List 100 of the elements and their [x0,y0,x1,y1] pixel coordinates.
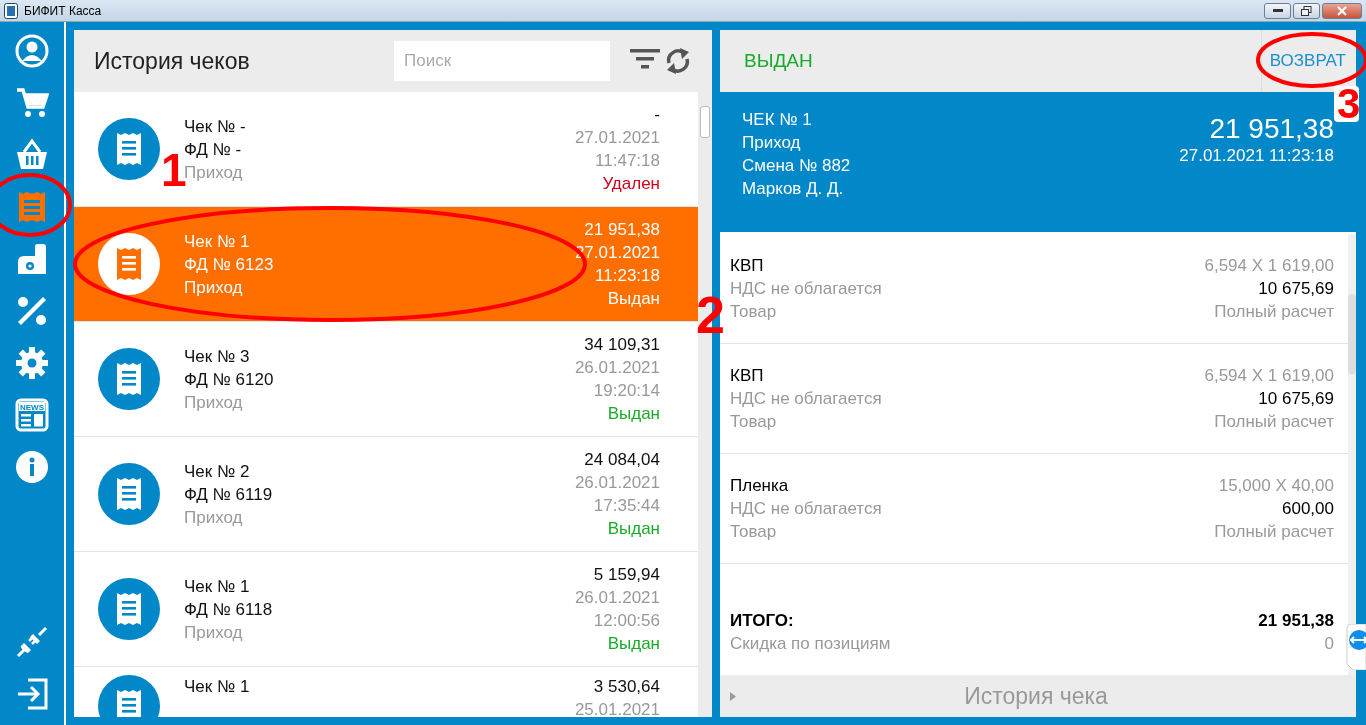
window-title: БИФИТ Касса [24,3,102,18]
receipt-amount: - [654,104,660,126]
info-icon[interactable] [15,450,49,484]
receipt-date: 26.01.2021 [574,587,660,609]
restore-button[interactable] [1293,2,1320,19]
receipt-status: Выдан [607,288,660,310]
payment-method: Полный расчет [1214,521,1334,543]
receipt-number: Чек № - [184,115,246,138]
cashier-name: Марков Д. Д. [742,178,845,200]
receipt-amount: 24 084,04 [584,449,660,471]
item-quantity-price: 6,594 X 1 619,00 [1204,365,1334,387]
fd-number: ФД № 6118 [184,598,273,621]
operation-type: Приход [184,162,244,182]
receipt-time: 17:35:44 [593,495,660,517]
minimize-button[interactable] [1264,2,1291,19]
news-icon[interactable]: NEWS [15,398,49,432]
register-icon[interactable] [15,242,49,276]
item-kind: Товар [730,301,778,323]
fd-number: ФД № - [184,138,243,159]
receipt-status: ВЫДАН [744,50,813,72]
receipt-icon [98,233,160,295]
operation-type: Приход [742,132,802,154]
receipt-time: 19:20:14 [593,380,660,402]
total-label: ИТОГО: [730,610,795,632]
receipt-icon [98,348,160,410]
shift-number: Смена № 882 [742,155,851,177]
close-icon [1337,5,1347,16]
receipt-number: Чек № 1 [184,230,251,253]
operation-type: Приход [184,391,244,414]
settings-icon[interactable] [15,346,49,380]
receipt-amount: 21 951,38 [1209,112,1334,146]
receipt-amount: 21 951,38 [584,219,660,241]
search-field[interactable]: Поиск [394,41,610,81]
exit-icon[interactable] [15,677,49,711]
close-button[interactable] [1322,2,1362,19]
receipt-number: Чек № 2 [184,460,251,483]
receipt-amount: 34 109,31 [584,334,660,356]
item-quantity-price: 15,000 X 40,00 [1218,475,1334,497]
item-sum: 10 675,69 [1258,278,1334,300]
operation-type: Приход [184,506,244,529]
item-name: КВП [730,255,765,277]
receipt-row[interactable]: Чек № 1 3 530,64 25.01.2021 [74,667,698,717]
restore-icon [1301,5,1312,16]
discount-label: Скидка по позициям [730,633,891,655]
filter-icon[interactable] [630,46,660,72]
receipt-date: 27.01.2021 [574,242,660,264]
receipt-datetime: 27.01.2021 11:23:18 [1179,146,1334,166]
receipt-number: Чек № 1 [184,575,251,598]
panel-title: История чеков [94,47,250,75]
minimize-icon [1272,8,1283,13]
payment-method: Полный расчет [1214,411,1334,433]
fd-number: ФД № 6119 [184,483,273,506]
receipt-status: Выдан [607,518,660,540]
receipt-row[interactable]: Чек № 2 ФД № 6119 Приход 24 084,04 26.01.2021 17:35:44 Выдан [74,437,698,552]
receipt-number: ЧЕК № 1 [742,109,813,131]
receipt-date: 27.01.2021 [574,127,660,149]
receipt-amount: 5 159,94 [593,564,660,586]
item-name: КВП [730,365,765,387]
item-tax: НДС не облагается [730,498,882,520]
total-value: 21 951,38 [1258,610,1334,632]
app-icon [4,2,18,19]
receipt-icon [98,578,160,640]
percent-icon[interactable] [15,294,49,328]
receipt-amount: 3 530,64 [593,676,660,698]
receipt-icon [98,463,160,525]
receipt-status: Выдан [607,403,660,425]
item-kind: Товар [730,521,778,543]
receipt-icon [98,118,160,180]
receipt-number: Чек № 3 [184,345,251,368]
receipt-date: 26.01.2021 [574,357,660,379]
scrollbar[interactable] [1348,234,1356,675]
item-quantity-price: 6,594 X 1 619,00 [1204,255,1334,277]
cart-icon[interactable] [15,86,49,120]
receipt-row[interactable]: Чек № 3 ФД № 6120 Приход 34 109,31 26.01.2021 19:20:14 Выдан [74,322,698,437]
item-tax: НДС не облагается [730,278,882,300]
plug-icon[interactable] [15,625,49,659]
fd-number: ФД № 6120 [184,368,274,391]
receipt-number: Чек № 1 [184,676,250,698]
refresh-icon[interactable] [664,46,692,76]
receipt-date: 25.01.2021 [574,699,660,717]
discount-value: 0 [1324,633,1334,655]
receipt-row[interactable]: Чек № 1 ФД № 6118 Приход 5 159,94 26.01.2021 12:00:56 Выдан [74,552,698,667]
user-icon[interactable] [15,34,49,68]
receipt-time: 11:23:18 [595,265,660,287]
receipt-time: 11:47:18 [595,150,660,172]
receipt-status: Выдан [607,633,660,655]
remote-tab-icon[interactable] [1345,624,1366,670]
operation-type: Приход [184,621,244,644]
fd-number: ФД № 6123 [184,253,274,276]
expand-icon[interactable] [730,691,736,701]
item-sum: 600,00 [1282,498,1334,520]
receipt-status: Удален [602,173,660,195]
operation-type: Приход [184,276,244,299]
item-name: Пленка [730,475,790,497]
item-sum: 10 675,69 [1258,388,1334,410]
receipt-time: 12:00:56 [593,610,660,632]
basket-icon[interactable] [15,138,49,172]
item-tax: НДС не облагается [730,388,882,410]
receipt-date: 26.01.2021 [574,472,660,494]
payment-method: Полный расчет [1214,301,1334,323]
